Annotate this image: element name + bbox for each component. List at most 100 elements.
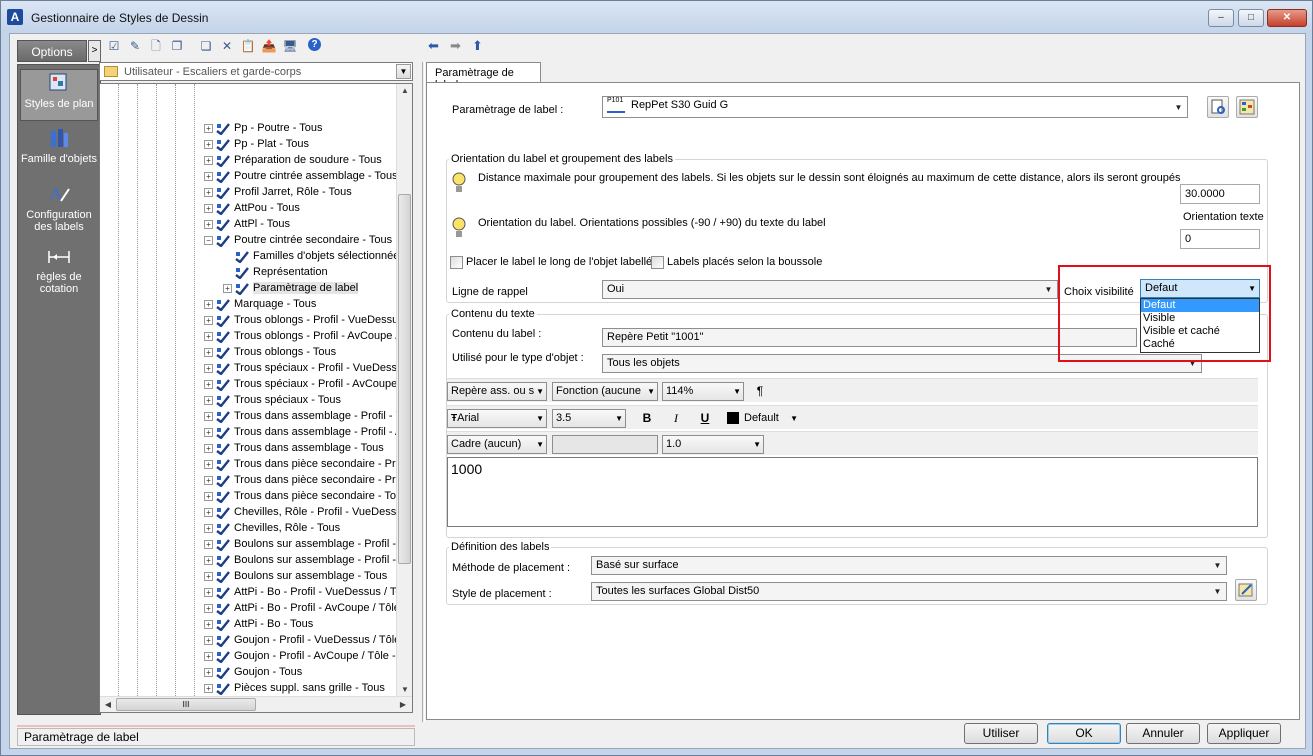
- tree-item[interactable]: + Paramètrage de label: [223, 280, 359, 296]
- tree-item[interactable]: + Chevilles, Rôle - Profil - VueDessu: [204, 504, 402, 520]
- visibility-option[interactable]: Visible et caché: [1141, 325, 1259, 338]
- chevron-down-icon[interactable]: ▼: [1041, 282, 1056, 297]
- expand-icon[interactable]: +: [204, 683, 213, 693]
- italic-button[interactable]: I: [666, 410, 686, 427]
- expand-icon[interactable]: +: [204, 187, 213, 197]
- minimize-button[interactable]: –: [1208, 9, 1234, 27]
- expand-icon[interactable]: +: [204, 155, 213, 165]
- paste-icon[interactable]: 📋: [240, 38, 256, 54]
- field-selector[interactable]: Repère ass. ou s ▼: [447, 382, 547, 401]
- scroll-left-icon[interactable]: ◀: [101, 700, 115, 709]
- compass-checkbox[interactable]: [651, 256, 664, 269]
- pilcrow-button[interactable]: ¶: [750, 383, 770, 400]
- edit-icon[interactable]: ✎: [127, 38, 143, 54]
- tree-item[interactable]: + Pp - Poutre - Tous: [204, 120, 322, 136]
- expand-icon[interactable]: +: [204, 443, 213, 453]
- leader-line-combo[interactable]: Oui ▼: [602, 280, 1058, 299]
- chevron-down-icon[interactable]: ▼: [1210, 558, 1225, 573]
- style-tree[interactable]: + Pp - Poutre - Tous + Pp - Plat - Tous + Pré…: [99, 83, 413, 713]
- tree-item[interactable]: + Chevilles, Rôle - Tous: [204, 520, 340, 536]
- tree-item[interactable]: + Boulons sur assemblage - Profil - V: [204, 536, 406, 552]
- expand-icon[interactable]: +: [204, 203, 213, 213]
- back-arrow-icon[interactable]: ⬅: [428, 38, 439, 54]
- tree-item[interactable]: + Profil Jarret, Rôle - Tous: [204, 184, 352, 200]
- frame-selector[interactable]: Cadre (aucun) ▼: [447, 435, 547, 454]
- distance-input[interactable]: 30.0000: [1180, 184, 1260, 204]
- tree-item[interactable]: Familles d'objets sélectionnée: [223, 248, 399, 264]
- label-text-editor[interactable]: 1000: [447, 457, 1258, 527]
- structure-button[interactable]: [1236, 96, 1258, 118]
- expand-icon[interactable]: +: [204, 219, 213, 229]
- tree-item[interactable]: + AttPi - Bo - Profil - VueDessus / Te: [204, 584, 402, 600]
- check-icon[interactable]: ☑: [106, 38, 122, 54]
- tree-item[interactable]: + Boulons sur assemblage - Profil - A: [204, 552, 406, 568]
- close-button[interactable]: ✕: [1267, 9, 1307, 27]
- tree-item[interactable]: + Marquage - Tous: [204, 296, 316, 312]
- delete-icon[interactable]: ✕: [219, 38, 235, 54]
- expand-icon[interactable]: +: [204, 315, 213, 325]
- scroll-right-icon[interactable]: ▶: [396, 700, 410, 709]
- expand-icon[interactable]: +: [204, 427, 213, 437]
- expand-icon[interactable]: +: [204, 603, 213, 613]
- export-icon[interactable]: 📤: [261, 38, 277, 54]
- tree-item[interactable]: + Préparation de soudure - Tous: [204, 152, 382, 168]
- tree-item[interactable]: + Pp - Plat - Tous: [204, 136, 309, 152]
- expand-icon[interactable]: +: [204, 411, 213, 421]
- tree-item[interactable]: + Poutre cintrée assemblage - Tous: [204, 168, 398, 184]
- expand-icon[interactable]: +: [204, 347, 213, 357]
- expand-icon[interactable]: +: [204, 363, 213, 373]
- tree-item[interactable]: + AttPl - Tous: [204, 216, 290, 232]
- visibility-option[interactable]: Caché: [1141, 338, 1259, 351]
- expand-icon[interactable]: +: [204, 331, 213, 341]
- chevron-down-icon[interactable]: ▼: [1171, 100, 1186, 115]
- expand-icon[interactable]: +: [204, 139, 213, 149]
- tree-item[interactable]: + Trous dans assemblage - Profil - A: [204, 424, 402, 440]
- label-content-combo[interactable]: Repère Petit "1001": [602, 328, 1137, 347]
- panel-splitter[interactable]: [422, 62, 425, 722]
- use-button[interactable]: Utiliser: [964, 723, 1038, 744]
- tree-item[interactable]: + Trous oblongs - Profil - VueDessus: [204, 312, 404, 328]
- expand-icon[interactable]: +: [204, 667, 213, 677]
- tree-item[interactable]: + AttPou - Tous: [204, 200, 300, 216]
- placement-method-combo[interactable]: Basé sur surface ▼: [591, 556, 1227, 575]
- tree-item[interactable]: + Goujon - Profil - AvCoupe / Tôle -: [204, 648, 396, 664]
- ratio-selector[interactable]: 1.0 ▼: [662, 435, 764, 454]
- expand-icon[interactable]: +: [204, 555, 213, 565]
- cancel-button[interactable]: Annuler: [1126, 723, 1200, 744]
- expand-icon[interactable]: +: [204, 587, 213, 597]
- placement-style-combo[interactable]: Toutes les surfaces Global Dist50 ▼: [591, 582, 1227, 601]
- visibility-dropdown-list[interactable]: Defaut Visible Visible et caché Caché: [1140, 298, 1260, 353]
- expand-icon[interactable]: +: [223, 283, 232, 293]
- tree-item[interactable]: + Trous spéciaux - Profil - AvCoupe: [204, 376, 397, 392]
- tree-hscroll-thumb[interactable]: III: [116, 698, 256, 711]
- tree-item[interactable]: + Pièces suppl. sans grille - Tous: [204, 680, 385, 696]
- nav-plan-styles[interactable]: Styles de plan: [20, 69, 98, 121]
- tree-vertical-scrollbar[interactable]: ▲ ▼: [396, 84, 412, 696]
- expand-icon[interactable]: +: [204, 635, 213, 645]
- tab-label-settings[interactable]: Paramètrage de label: [426, 62, 541, 91]
- bold-button[interactable]: B: [637, 410, 657, 427]
- tree-item[interactable]: − Poutre cintrée secondaire - Tous: [204, 232, 392, 248]
- expand-icon[interactable]: +: [204, 571, 213, 581]
- along-object-checkbox[interactable]: [450, 256, 463, 269]
- expand-icon[interactable]: +: [204, 123, 213, 133]
- scroll-down-icon[interactable]: ▼: [398, 685, 412, 694]
- tree-item[interactable]: +Ligne de soudure - Tous: [204, 712, 352, 713]
- size-selector[interactable]: 3.5 ▼: [552, 409, 626, 428]
- tree-item[interactable]: + Trous dans pièce secondaire - Pro: [204, 472, 402, 488]
- tree-horizontal-scrollbar[interactable]: ◀ III ▶: [100, 696, 412, 712]
- expand-icon[interactable]: +: [204, 539, 213, 549]
- expand-icon[interactable]: +: [204, 523, 213, 533]
- tree-item[interactable]: + AttPi - Bo - Profil - AvCoupe / Tôle: [204, 600, 400, 616]
- new-icon[interactable]: 🗋: [148, 38, 164, 54]
- tree-item[interactable]: + Trous oblongs - Tous: [204, 344, 336, 360]
- visibility-option[interactable]: Defaut: [1141, 299, 1259, 312]
- tree-item[interactable]: + Trous spéciaux - Profil - VueDessu: [204, 360, 403, 376]
- tree-item[interactable]: + Trous oblongs - Profil - AvCoupe /: [204, 328, 398, 344]
- folder-selector[interactable]: Utilisateur - Escaliers et garde-corps ▼: [99, 62, 413, 81]
- expand-icon[interactable]: +: [204, 171, 213, 181]
- tree-item[interactable]: + Trous dans assemblage - Profil - V: [204, 408, 403, 424]
- import-icon[interactable]: 🖥: [282, 38, 298, 54]
- expand-icon[interactable]: +: [204, 459, 213, 469]
- title-bar[interactable]: A Gestionnaire de Styles de Dessin – □ ✕: [1, 1, 1312, 33]
